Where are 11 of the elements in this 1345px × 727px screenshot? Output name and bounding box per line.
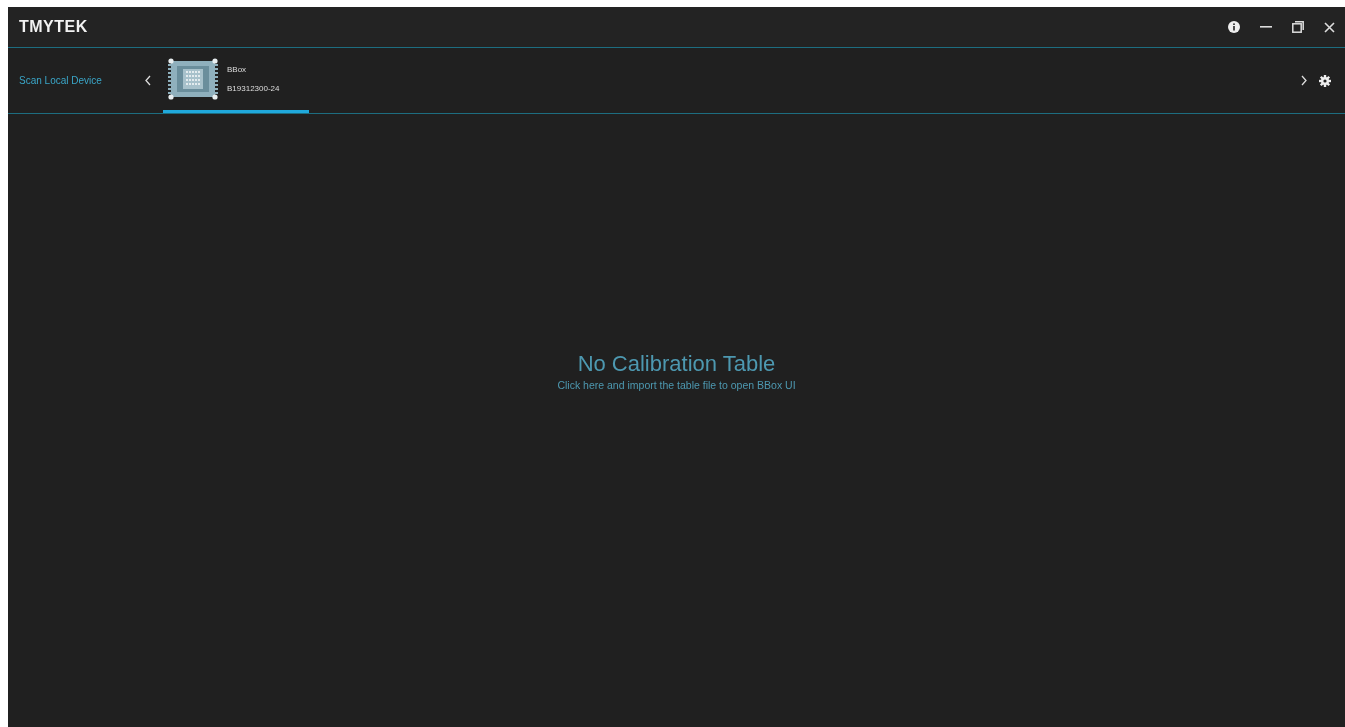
device-tab[interactable]: BBox B19312300-24 bbox=[163, 48, 309, 113]
settings-icon[interactable] bbox=[1319, 74, 1331, 87]
import-table-button[interactable]: No Calibration Table Click here and import the table file to open BBox UI bbox=[551, 349, 802, 392]
scan-local-device-link[interactable]: Scan Local Device bbox=[8, 75, 145, 86]
info-icon[interactable] bbox=[1228, 21, 1240, 33]
chip-icon bbox=[167, 58, 219, 100]
maximize-icon[interactable] bbox=[1292, 21, 1304, 33]
chevron-right-icon[interactable] bbox=[1301, 75, 1307, 86]
window-title: TMYTEK bbox=[19, 18, 88, 36]
close-icon[interactable] bbox=[1324, 21, 1335, 33]
chevron-left-icon[interactable] bbox=[145, 75, 151, 86]
